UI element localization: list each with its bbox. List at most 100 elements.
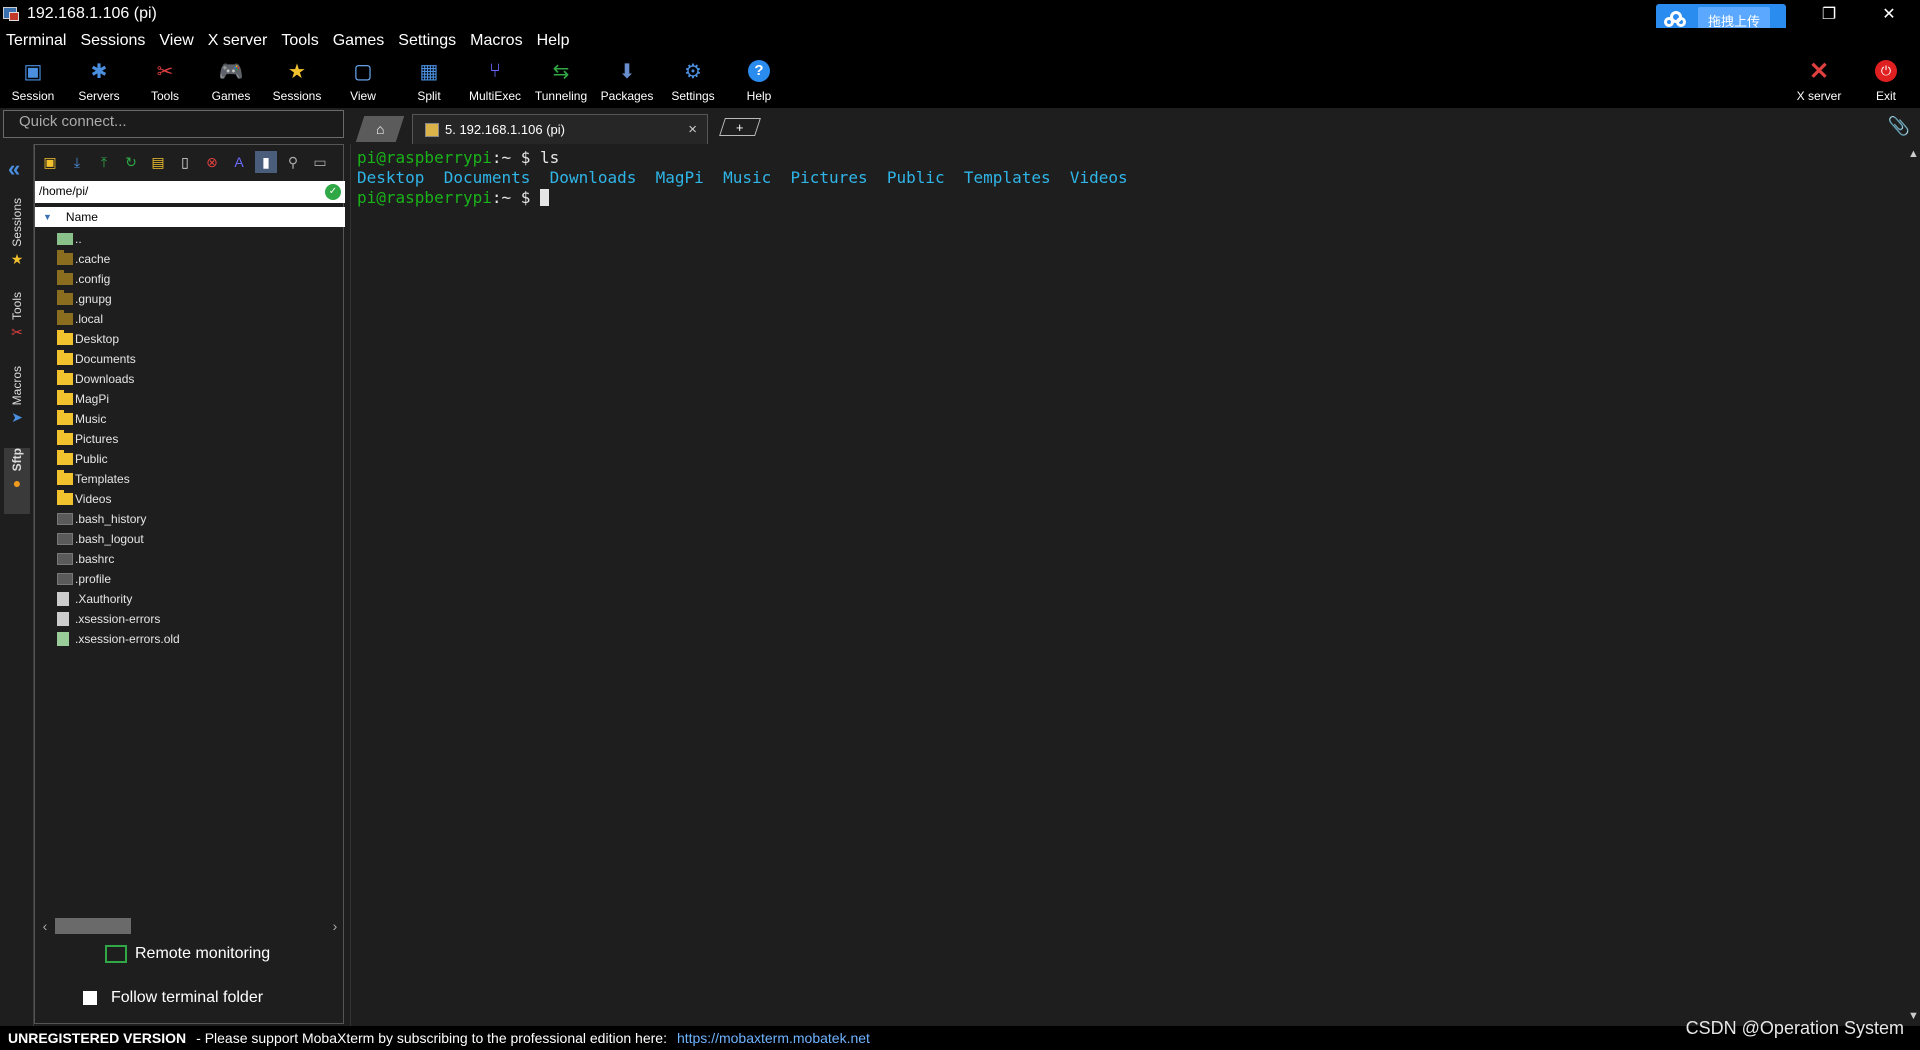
- star-icon: ★: [10, 250, 24, 267]
- menu-macros[interactable]: Macros: [464, 32, 530, 50]
- session-icon: ▣: [23, 60, 43, 83]
- upload-icon[interactable]: ⤒: [93, 151, 115, 173]
- scroll-down-icon[interactable]: ▼: [1908, 1010, 1919, 1022]
- file-row[interactable]: .config: [35, 269, 345, 289]
- help-button[interactable]: ? Help: [726, 54, 792, 108]
- folder-icon: [57, 290, 73, 305]
- servers-label: Servers: [78, 89, 120, 103]
- menu-games[interactable]: Games: [327, 32, 393, 50]
- menu-x-server[interactable]: X server: [202, 32, 276, 50]
- menu-view[interactable]: View: [153, 32, 201, 50]
- menu-help[interactable]: Help: [531, 32, 578, 50]
- file-row[interactable]: .xsession-errors: [35, 609, 345, 629]
- file-row[interactable]: .xsession-errors.old: [35, 629, 345, 649]
- menu-terminal[interactable]: Terminal: [0, 32, 74, 50]
- file-row[interactable]: Pictures: [35, 429, 345, 449]
- collapse-panel-icon[interactable]: «: [8, 156, 20, 182]
- view-toggle-icon[interactable]: ▮: [255, 151, 277, 173]
- multiexec-icon: ⑂: [489, 59, 501, 82]
- session-button[interactable]: ▣ Session: [0, 54, 66, 108]
- checkmark-icon[interactable]: ✓: [325, 184, 341, 200]
- view-button[interactable]: ▢ View: [330, 54, 396, 108]
- chevron-left-icon[interactable]: ‹: [35, 918, 55, 934]
- terminal[interactable]: pi@raspberrypi:~ $ ls Desktop Documents …: [350, 144, 1906, 1026]
- xserver-button[interactable]: ✕ X server: [1786, 54, 1852, 108]
- new-tab-button[interactable]: +: [719, 118, 761, 136]
- restore-button[interactable]: ❐: [1806, 0, 1852, 28]
- parent-dir-icon: [57, 233, 73, 245]
- new-folder-icon[interactable]: ▤: [147, 151, 169, 173]
- scroll-track[interactable]: [55, 918, 325, 934]
- servers-icon: ✱: [90, 60, 108, 83]
- side-tab-label: Tools: [10, 292, 24, 321]
- file-row[interactable]: Public: [35, 449, 345, 469]
- properties-icon[interactable]: ⚲: [282, 151, 304, 173]
- scroll-thumb[interactable]: [55, 918, 131, 934]
- side-tab-sftp[interactable]: Sftp ●: [4, 448, 30, 514]
- terminal-line-prompt: pi@raspberrypi:~ $: [357, 188, 1900, 208]
- tools-icon: ✂: [11, 324, 23, 341]
- menu-settings[interactable]: Settings: [392, 32, 464, 50]
- parent-folder-icon[interactable]: ▣: [39, 151, 61, 173]
- file-row[interactable]: .gnupg: [35, 289, 345, 309]
- file-row[interactable]: .local: [35, 309, 345, 329]
- file-row[interactable]: .profile: [35, 569, 345, 589]
- checkbox[interactable]: [83, 991, 97, 1005]
- sftp-path-input[interactable]: /home/pi/ ✓: [35, 181, 345, 203]
- packages-button[interactable]: ⬇ Packages: [594, 54, 660, 108]
- refresh-icon[interactable]: ↻: [120, 151, 142, 173]
- rename-icon[interactable]: A: [228, 151, 250, 173]
- side-tab-sessions[interactable]: Sessions ★: [4, 198, 30, 284]
- exit-button[interactable]: ⏻ Exit: [1853, 54, 1919, 108]
- menu-tools[interactable]: Tools: [275, 32, 326, 50]
- close-tab-icon[interactable]: ×: [688, 121, 697, 138]
- file-row[interactable]: Videos: [35, 489, 345, 509]
- file-row[interactable]: .bash_history: [35, 509, 345, 529]
- chevron-right-icon[interactable]: ›: [325, 918, 345, 934]
- file-name: .xsession-errors: [75, 612, 161, 626]
- file-name: Downloads: [75, 372, 135, 386]
- sessions-label: Sessions: [272, 89, 322, 103]
- scroll-up-icon[interactable]: ▲: [1908, 148, 1919, 160]
- close-window-button[interactable]: ✕: [1866, 0, 1912, 28]
- side-tab-macros[interactable]: Macros ➤: [4, 366, 30, 442]
- games-button[interactable]: 🎮 Games: [198, 54, 264, 108]
- menu-sessions[interactable]: Sessions: [74, 32, 153, 50]
- multiexec-button[interactable]: ⑂ MultiExec: [462, 54, 528, 108]
- file-row[interactable]: .bash_logout: [35, 529, 345, 549]
- file-row[interactable]: Desktop: [35, 329, 345, 349]
- file-row[interactable]: MagPi: [35, 389, 345, 409]
- file-row[interactable]: .Xauthority: [35, 589, 345, 609]
- name-column-header[interactable]: ▼ Name: [35, 207, 345, 227]
- tunneling-button[interactable]: ⇆ Tunneling: [528, 54, 594, 108]
- tools-icon: ✂: [156, 60, 174, 83]
- file-row[interactable]: Documents: [35, 349, 345, 369]
- tools-button[interactable]: ✂ Tools: [132, 54, 198, 108]
- file-row[interactable]: Templates: [35, 469, 345, 489]
- quick-connect-input[interactable]: Quick connect...: [3, 110, 344, 138]
- sessions-button[interactable]: ★ Sessions: [264, 54, 330, 108]
- follow-terminal-folder-checkbox[interactable]: Follow terminal folder: [83, 989, 263, 1007]
- terminal-icon[interactable]: ▭: [309, 151, 331, 173]
- ls-entry: Desktop: [357, 168, 425, 187]
- file-row[interactable]: ..: [35, 229, 345, 249]
- file-row[interactable]: Music: [35, 409, 345, 429]
- file-row[interactable]: Downloads: [35, 369, 345, 389]
- download-icon[interactable]: ⤓: [66, 151, 88, 173]
- split-button[interactable]: ▦ Split: [396, 54, 462, 108]
- session-tab[interactable]: 5. 192.168.1.106 (pi) ×: [412, 114, 708, 144]
- home-tab[interactable]: ⌂: [355, 116, 405, 142]
- file-name: .bash_history: [75, 512, 147, 526]
- side-tab-tools[interactable]: Tools ✂: [4, 292, 30, 362]
- terminal-scrollbar[interactable]: ▲ ▼: [1906, 144, 1920, 1026]
- delete-icon[interactable]: ⊗: [201, 151, 223, 173]
- settings-button[interactable]: ⚙ Settings: [660, 54, 726, 108]
- mobaxterm-link[interactable]: https://mobaxterm.mobatek.net: [677, 1030, 870, 1046]
- file-row[interactable]: .cache: [35, 249, 345, 269]
- servers-button[interactable]: ✱ Servers: [66, 54, 132, 108]
- paperclip-icon[interactable]: 📎: [1888, 116, 1910, 137]
- remote-monitoring-button[interactable]: Remote monitoring: [105, 945, 270, 963]
- horizontal-scrollbar[interactable]: ‹ ›: [35, 917, 345, 935]
- file-row[interactable]: .bashrc: [35, 549, 345, 569]
- new-file-icon[interactable]: ▯: [174, 151, 196, 173]
